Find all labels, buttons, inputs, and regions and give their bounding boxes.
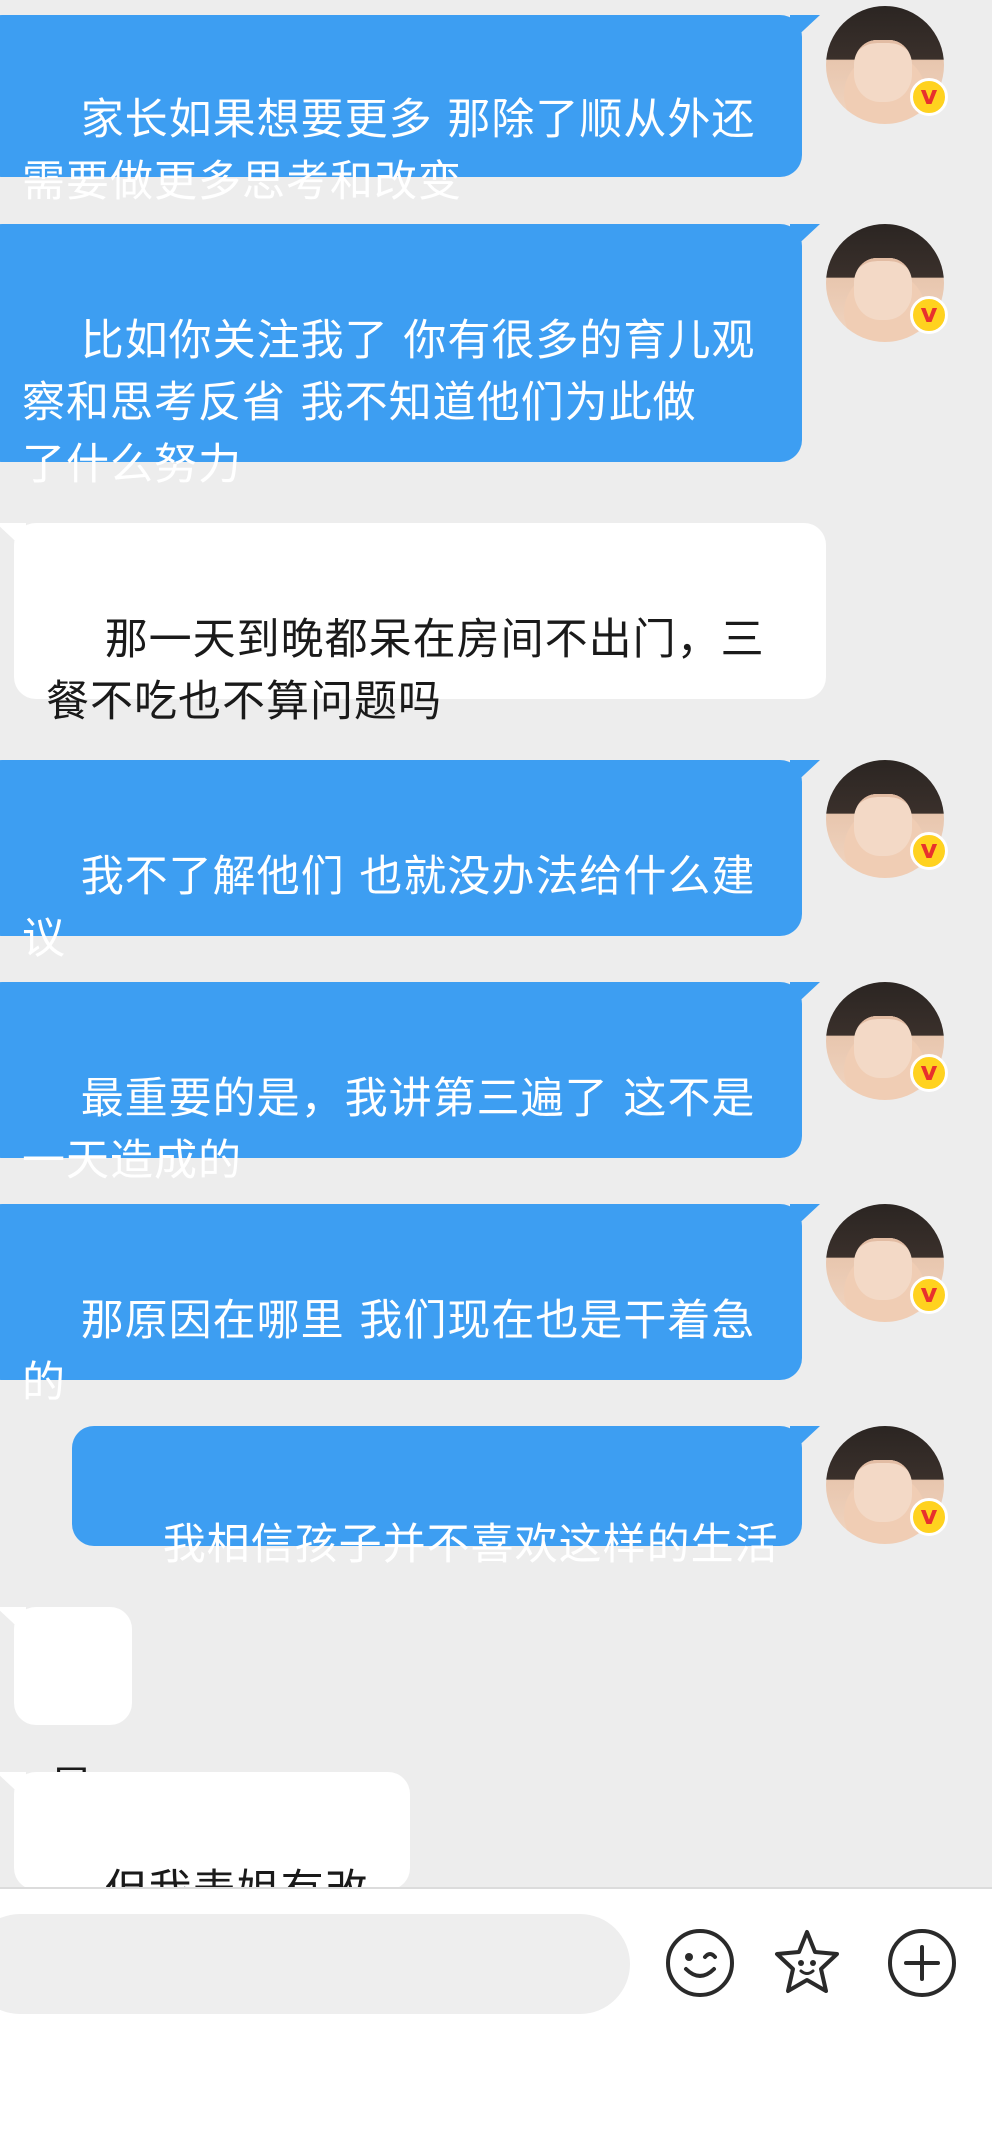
incoming-message-bubble[interactable]: 那一天到晚都呆在房间不出门，三 餐不吃也不算问题吗 [0,523,826,727]
outgoing-message-bubble[interactable]: 最重要的是，我讲第三遍了 这不是 一天造成的 [0,982,820,1186]
outgoing-message-bubble[interactable]: 我相信孩子并不喜欢这样的生活 [72,1426,820,1570]
chat-message-list[interactable]: 家长如果想要更多 那除了顺从外还 需要做更多思考和改变 v 比如你关注我了 你有… [0,0,992,1887]
user-avatar[interactable]: v [826,760,948,878]
user-avatar[interactable]: v [826,224,948,342]
user-avatar[interactable]: v [826,1426,948,1544]
outgoing-message-bubble[interactable]: 比如你关注我了 你有很多的育儿观 察和思考反省 我不知道他们为此做 了什么努力 [0,224,820,490]
avatar-hand [854,1460,912,1522]
incoming-message-bubble[interactable]: 但我表姐有改变 [0,1772,410,1887]
message-text: 最重要的是，我讲第三遍了 这不是 一天造成的 [22,1074,756,1186]
verified-v-badge-icon: v [910,1276,948,1314]
verified-v-badge-icon: v [910,1498,948,1536]
message-text: 那原因在哪里 我们现在也是干着急 的 [22,1296,756,1408]
incoming-message-bubble[interactable]: 是 [0,1607,132,1813]
message-text: 但我表姐有改变 [46,1866,369,1887]
add-icon [888,1929,956,1997]
avatar-hand [854,1238,912,1300]
message-text: 家长如果想要更多 那除了顺从外还 需要做更多思考和改变 [22,95,756,207]
verified-v-badge-icon: v [910,296,948,334]
message-text: 那一天到晚都呆在房间不出门，三 餐不吃也不算问题吗 [46,615,765,727]
sticker-icon [775,1930,839,1993]
sticker-button[interactable] [771,1927,843,1999]
user-avatar[interactable]: v [826,6,948,124]
verified-v-badge-icon: v [910,78,948,116]
chat-input-bar [0,1887,992,2139]
user-avatar[interactable]: v [826,982,948,1100]
verified-v-badge-icon: v [910,832,948,870]
message-text: 我相信孩子并不喜欢这样的生活 [162,1520,779,1570]
message-input[interactable] [0,1914,630,2014]
verified-v-badge-icon: v [910,1054,948,1092]
add-button[interactable] [886,1927,958,1999]
emoji-button[interactable] [664,1927,736,1999]
avatar-hand [854,1016,912,1078]
avatar-hand [854,258,912,320]
message-text: 比如你关注我了 你有很多的育儿观 察和思考反省 我不知道他们为此做 了什么努力 [22,316,756,490]
message-text: 我不了解他们 也就没办法给什么建 议 [22,852,756,964]
avatar-hand [854,794,912,856]
outgoing-message-bubble[interactable]: 家长如果想要更多 那除了顺从外还 需要做更多思考和改变 [0,15,820,207]
user-avatar[interactable]: v [826,1204,948,1322]
emoji-icon [666,1929,734,1997]
outgoing-message-bubble[interactable]: 我不了解他们 也就没办法给什么建 议 [0,760,820,964]
avatar-hand [854,40,912,102]
outgoing-message-bubble[interactable]: 那原因在哪里 我们现在也是干着急 的 [0,1204,820,1408]
